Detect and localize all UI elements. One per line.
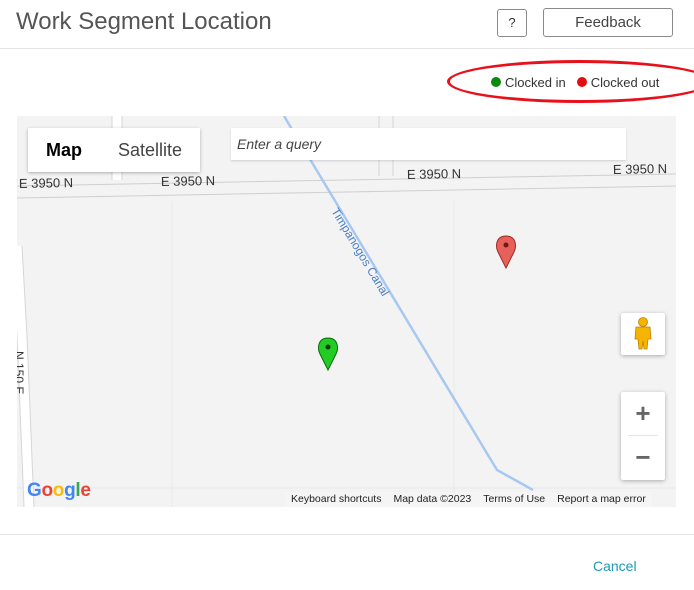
map-view[interactable]: E 3950 N E 3950 N E 3950 N E 3950 N Timp… xyxy=(17,116,676,507)
road-label-mid: E 3950 N xyxy=(161,173,215,189)
map-canvas: E 3950 N E 3950 N E 3950 N E 3950 N Timp… xyxy=(17,116,676,507)
page-title: Work Segment Location xyxy=(16,8,272,35)
zoom-in-button[interactable]: + xyxy=(621,392,665,436)
query-input[interactable] xyxy=(231,128,626,160)
keyboard-shortcuts-link[interactable]: Keyboard shortcuts xyxy=(285,492,387,507)
road-label-vertical: N 150 E xyxy=(17,351,26,394)
map-footer: Keyboard shortcuts Map data ©2023 Terms … xyxy=(285,492,652,507)
cancel-button[interactable]: Cancel xyxy=(593,558,637,574)
road-label-left: E 3950 N xyxy=(19,175,73,191)
legend-label: Clocked in xyxy=(505,74,566,90)
road-label-right: E 3950 N xyxy=(613,161,667,177)
help-button[interactable]: ? xyxy=(497,9,527,37)
canal-label: Timpanogos Canal xyxy=(328,205,392,298)
work-segment-dialog: Work Segment Location ? Feedback Clocked… xyxy=(0,0,694,590)
legend-item-clocked-in: Clocked in xyxy=(491,75,566,90)
marker-legend: Clocked in Clocked out xyxy=(491,73,670,91)
dialog-header: Work Segment Location ? Feedback xyxy=(0,0,694,49)
street-view-pegman[interactable] xyxy=(621,313,665,355)
google-logo: Google xyxy=(27,480,91,501)
pegman-icon xyxy=(634,317,652,350)
map-type-control: Map Satellite xyxy=(28,128,201,172)
red-dot-icon xyxy=(576,77,587,87)
legend-item-clocked-out: Clocked out xyxy=(576,74,660,90)
zoom-out-button[interactable]: − xyxy=(621,436,665,480)
road-label-center: E 3950 N xyxy=(407,166,461,182)
report-error-link[interactable]: Report a map error xyxy=(551,492,652,507)
tab-map[interactable]: Map xyxy=(28,128,100,172)
clocked-in-marker-icon[interactable] xyxy=(318,337,338,372)
green-dot-icon xyxy=(491,77,501,87)
map-data-text: Map data ©2023 xyxy=(393,493,472,505)
terms-of-use-link[interactable]: Terms of Use xyxy=(477,492,551,507)
clocked-out-marker-icon[interactable] xyxy=(496,235,516,270)
footer-divider xyxy=(0,534,694,535)
zoom-control: + − xyxy=(621,392,665,480)
legend-label: Clocked out xyxy=(590,74,660,90)
feedback-button[interactable]: Feedback xyxy=(543,8,673,37)
tab-satellite[interactable]: Satellite xyxy=(100,128,201,172)
